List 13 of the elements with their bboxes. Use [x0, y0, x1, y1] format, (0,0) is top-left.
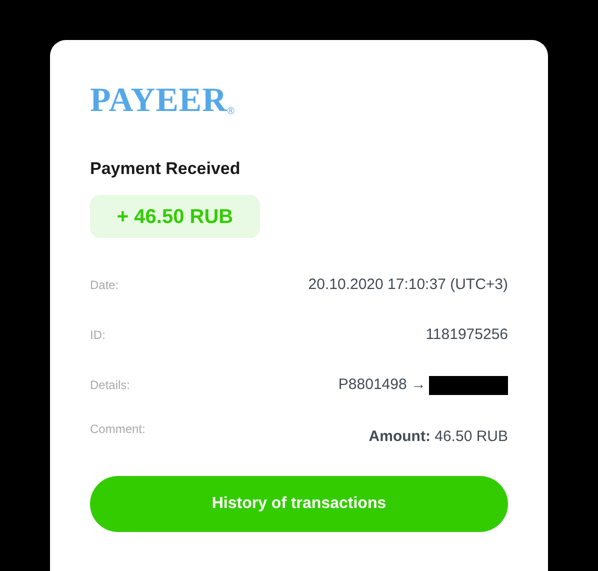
payment-title: Payment Received	[90, 158, 242, 180]
field-label: ID:	[90, 327, 106, 344]
amount-badge: + 46.50 RUB	[90, 195, 260, 238]
logo-text: PAYEER	[90, 84, 228, 118]
field-value: 20.10.2020 17:10:37 (UTC+3)	[308, 275, 508, 295]
field-label: Date:	[90, 277, 119, 294]
field-label: Details:	[90, 377, 130, 394]
field-value: P8801498 →	[338, 375, 426, 395]
field-value: 1181975256	[426, 325, 508, 345]
field-value: Amount: 46.50 RUB	[368, 427, 508, 448]
field-label: Comment:	[90, 421, 146, 438]
history-button[interactable]: History of transactions	[90, 476, 508, 532]
registered-mark: ®	[227, 107, 235, 117]
